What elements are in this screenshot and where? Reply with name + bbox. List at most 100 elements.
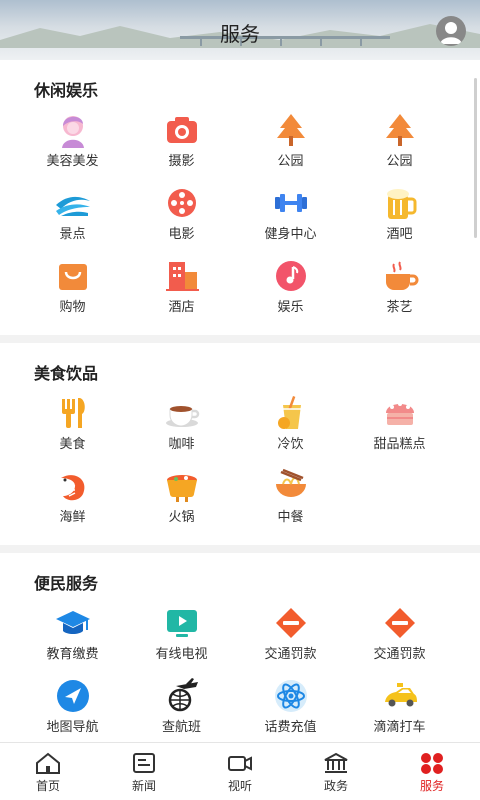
tv-icon bbox=[166, 610, 197, 637]
service-item[interactable]: 茶艺 bbox=[345, 256, 454, 329]
tab-news[interactable]: 新闻 bbox=[96, 743, 192, 800]
section-title: 休闲娱乐 bbox=[34, 81, 99, 100]
shrimp-icon bbox=[60, 475, 84, 501]
section-title: 便民服务 bbox=[34, 574, 99, 593]
service-item-label: 火锅 bbox=[168, 510, 195, 525]
section-convenience: 便民服务 教育缴费 有线电视 交通罚款 交通罚款地图导航 查航班 话费充值 滴滴打车 bbox=[0, 553, 480, 742]
coffee-icon bbox=[165, 406, 199, 427]
service-item[interactable]: 公园 bbox=[236, 110, 345, 183]
service-item[interactable]: 摄影 bbox=[127, 110, 236, 183]
service-item[interactable]: 冷饮 bbox=[236, 393, 345, 466]
service-item-label: 健身中心 bbox=[264, 227, 317, 242]
service-item-label: 甜品糕点 bbox=[373, 437, 426, 452]
service-grid: 美容美发 摄影 公园 公园 景点 电影 健身中心 酒吧 购物 酒店 娱乐 茶艺 bbox=[0, 104, 480, 329]
service-grid: 美食 咖啡 冷饮 甜品糕点海鲜 火锅 中餐 bbox=[0, 387, 480, 539]
beer-icon bbox=[386, 189, 416, 219]
service-item-label: 咖啡 bbox=[168, 437, 195, 452]
service-item-label: 交通罚款 bbox=[373, 647, 426, 662]
scrollbar[interactable] bbox=[474, 78, 477, 238]
news-icon bbox=[133, 753, 155, 773]
service-item-label: 查航班 bbox=[161, 720, 201, 735]
service-item[interactable]: 美食 bbox=[18, 393, 127, 466]
service-item[interactable]: 教育缴费 bbox=[18, 603, 127, 676]
service-item-label: 交通罚款 bbox=[264, 647, 317, 662]
tea-cup-icon bbox=[385, 261, 418, 290]
government-icon bbox=[324, 752, 348, 773]
service-item-label: 娱乐 bbox=[277, 300, 304, 315]
taxi-icon bbox=[384, 683, 417, 707]
film-reel-icon bbox=[167, 189, 196, 217]
service-item[interactable]: 购物 bbox=[18, 256, 127, 329]
header: 服务 bbox=[0, 0, 480, 60]
section-title: 美食饮品 bbox=[34, 364, 99, 383]
service-item-label: 酒店 bbox=[168, 300, 195, 315]
shopping-bag-icon bbox=[58, 264, 87, 290]
service-item[interactable]: 有线电视 bbox=[127, 603, 236, 676]
service-item-label: 摄影 bbox=[168, 154, 195, 169]
tree-icon bbox=[385, 114, 414, 146]
service-item-label: 滴滴打车 bbox=[373, 720, 426, 735]
service-item-label: 购物 bbox=[59, 300, 86, 315]
tab-government[interactable]: 政务 bbox=[288, 743, 384, 800]
home-icon bbox=[36, 752, 60, 774]
user-icon bbox=[440, 22, 462, 44]
tab-label: 政务 bbox=[323, 779, 348, 793]
tab-label: 服务 bbox=[419, 779, 444, 793]
graduation-cap-icon bbox=[55, 611, 90, 634]
service-item[interactable]: 地图导航 bbox=[18, 676, 127, 742]
service-item[interactable]: 酒吧 bbox=[345, 183, 454, 256]
tab-label: 首页 bbox=[35, 779, 60, 793]
service-item[interactable]: 海鲜 bbox=[18, 466, 127, 539]
service-item[interactable]: 电影 bbox=[127, 183, 236, 256]
camera-icon bbox=[166, 117, 197, 143]
service-item-label: 酒吧 bbox=[386, 227, 413, 242]
service-item[interactable]: 景点 bbox=[18, 183, 127, 256]
tab-services[interactable]: 服务 bbox=[384, 743, 480, 800]
tab-label: 视听 bbox=[227, 779, 252, 793]
service-item[interactable]: 咖啡 bbox=[127, 393, 236, 466]
cold-drink-icon bbox=[277, 396, 301, 429]
service-item[interactable]: 中餐 bbox=[236, 466, 345, 539]
beauty-icon bbox=[61, 116, 84, 148]
service-item-label: 海鲜 bbox=[59, 510, 86, 525]
music-note-icon bbox=[275, 261, 306, 291]
services-icon bbox=[421, 753, 443, 774]
page-title: 服务 bbox=[220, 22, 260, 46]
service-item-label: 电影 bbox=[168, 227, 195, 242]
hotel-icon bbox=[165, 262, 199, 291]
airplane-globe-icon bbox=[168, 678, 198, 712]
service-item-label: 教育缴费 bbox=[46, 647, 99, 662]
service-item[interactable]: 火锅 bbox=[127, 466, 236, 539]
hotpot-icon bbox=[166, 475, 197, 502]
avatar[interactable] bbox=[436, 16, 466, 46]
service-item-label: 茶艺 bbox=[386, 300, 413, 315]
service-item-label: 话费充值 bbox=[264, 720, 317, 735]
service-item[interactable]: 娱乐 bbox=[236, 256, 345, 329]
service-item[interactable]: 公园 bbox=[345, 110, 454, 183]
service-item-label: 有线电视 bbox=[155, 647, 208, 662]
tab-video-camera[interactable]: 视听 bbox=[192, 743, 288, 800]
service-item[interactable]: 健身中心 bbox=[236, 183, 345, 256]
service-item-label: 冷饮 bbox=[277, 437, 304, 452]
tab-home[interactable]: 首页 bbox=[0, 743, 96, 800]
service-item[interactable]: 甜品糕点 bbox=[345, 393, 454, 466]
atom-icon bbox=[274, 680, 307, 712]
service-item[interactable]: 交通罚款 bbox=[345, 603, 454, 676]
bottom-tab-bar: 首页 新闻 视听 政务 服务 bbox=[0, 742, 480, 800]
service-item-label: 公园 bbox=[277, 154, 304, 169]
service-item[interactable]: 美容美发 bbox=[18, 110, 127, 183]
service-item[interactable]: 滴滴打车 bbox=[345, 676, 454, 742]
service-item[interactable]: 交通罚款 bbox=[236, 603, 345, 676]
fork-knife-icon bbox=[61, 398, 85, 428]
section-food: 美食饮品 美食 咖啡 冷饮 甜品糕点海鲜 火锅 中餐 bbox=[0, 343, 480, 545]
no-entry-icon bbox=[275, 608, 306, 638]
service-item[interactable]: 查航班 bbox=[127, 676, 236, 742]
service-item-label: 地图导航 bbox=[46, 720, 99, 735]
service-item[interactable]: 酒店 bbox=[127, 256, 236, 329]
services-list[interactable]: 休闲娱乐 美容美发 摄影 公园 公园 景点 电影 健身中心 酒吧 购物 酒店 娱乐 茶艺 美食饮品 美… bbox=[0, 60, 480, 742]
service-item-label: 美容美发 bbox=[46, 154, 99, 169]
service-item-label: 景点 bbox=[59, 227, 86, 242]
service-item[interactable]: 话费充值 bbox=[236, 676, 345, 742]
service-item-label: 美食 bbox=[59, 437, 86, 452]
service-item-label: 中餐 bbox=[277, 510, 304, 525]
